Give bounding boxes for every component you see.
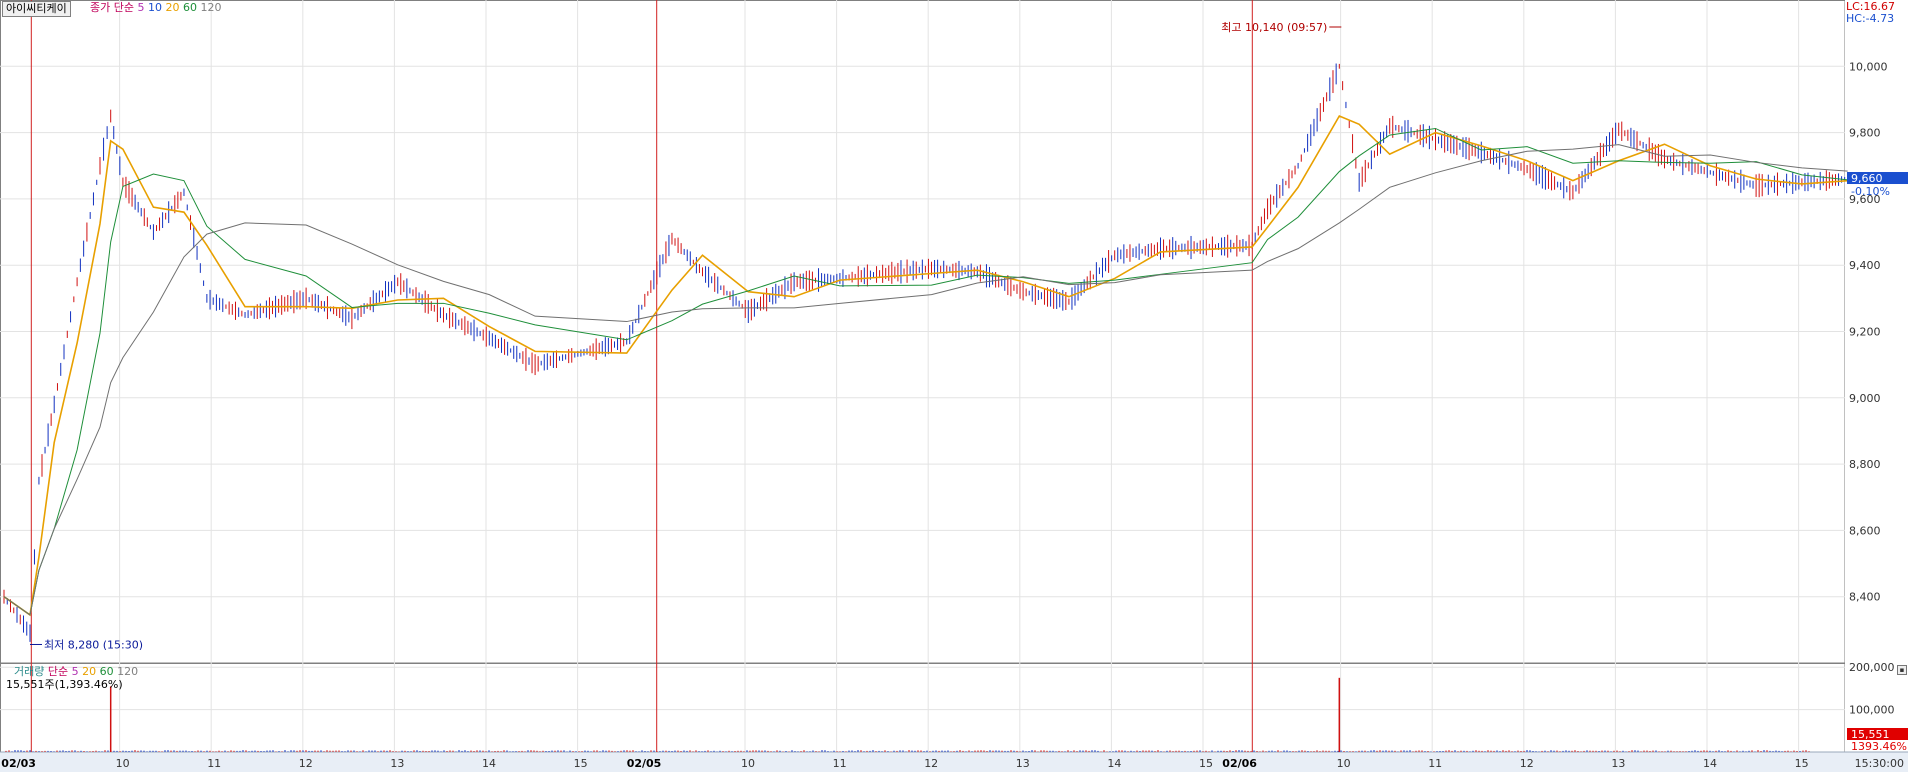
time-axis-tick-label: 13 — [1611, 757, 1625, 770]
price-axis-tick-label: 10,000 — [1849, 60, 1888, 73]
volume-legend-ma60: 60 — [99, 665, 114, 678]
low-annotation-label: 최저 8,280 (15:30) — [44, 638, 143, 651]
volume-axis-tick-label: 200,000 — [1849, 661, 1895, 674]
time-axis-tick-label: 11 — [207, 757, 221, 770]
volume-legend-name: 거래량 — [14, 665, 45, 678]
time-axis-tick-label: 13 — [390, 757, 404, 770]
time-axis-tick-label: 15 — [1795, 757, 1809, 770]
time-axis-tick-label: 10 — [1337, 757, 1351, 770]
time-axis-tick-label: 13 — [1016, 757, 1030, 770]
time-axis-tick-label: 12 — [1520, 757, 1534, 770]
chart-window: 8,400 8,600 8,800 9,000 9,200 9,400 9,600 9,800… — [0, 0, 1908, 772]
price-legend-ma120: 120 — [200, 1, 222, 14]
current-change-label: -0.10% — [1851, 185, 1890, 198]
time-axis-tick-label: 12 — [299, 757, 313, 770]
price-axis-tick-label: 8,800 — [1849, 458, 1881, 471]
time-axis-tick-label: 02/05 — [627, 757, 662, 770]
price-axis-tick-label: 8,600 — [1849, 524, 1881, 537]
panel-minimize-icon[interactable]: ▪ — [1897, 665, 1907, 675]
price-axis-tick-label: 9,800 — [1849, 127, 1881, 140]
time-axis-tick-label: 15 — [574, 757, 588, 770]
price-ma-legend: 종가 단순 5 10 20 60 120 — [90, 1, 221, 15]
hc-readout: HC:-4.73 — [1846, 12, 1895, 25]
time-axis-tick-label: 12 — [924, 757, 938, 770]
price-axis-tick-label: 9,200 — [1849, 326, 1881, 339]
time-axis-tick-label: 14 — [1107, 757, 1121, 770]
high-annotation-label: 최고 10,140 (09:57) — [1221, 21, 1327, 34]
ma20-line — [3, 115, 1848, 617]
right-axis-area — [1845, 0, 1908, 752]
ma120-line — [3, 144, 1848, 616]
time-axis-tick-label: 10 — [116, 757, 130, 770]
time-axis-tick-label: 14 — [1703, 757, 1717, 770]
time-axis-tick-label: 02/06 — [1222, 757, 1257, 770]
price-legend-type: 종가 단순 — [90, 1, 134, 14]
time-axis-tick-label: 15 — [1199, 757, 1213, 770]
price-axis-tick-label: 9,000 — [1849, 392, 1881, 405]
ma60-line — [3, 127, 1848, 616]
price-legend-ma60: 60 — [182, 1, 197, 14]
volume-legend-ma20: 20 — [82, 665, 97, 678]
current-volume-pct-label: 1393.46% — [1851, 740, 1907, 753]
stock-chart[interactable]: 8,4008,6008,8009,0009,2009,4009,6009,800… — [0, 0, 1908, 772]
time-readout-label: 15:30:00 — [1855, 757, 1904, 770]
current-price-label: 9,660 — [1851, 172, 1883, 185]
volume-ma-legend: 거래량 단순 5 20 60 120 — [14, 665, 138, 679]
price-axis-tick-label: 9,400 — [1849, 259, 1881, 272]
price-legend-ma10: 10 — [147, 1, 162, 14]
volume-axis-tick-label: 100,000 — [1849, 704, 1895, 717]
time-axis-tick-label: 11 — [833, 757, 847, 770]
price-legend-ma20: 20 — [165, 1, 180, 14]
stock-name-box[interactable]: 아이씨티케이 — [2, 1, 71, 17]
time-axis-tick-label: 10 — [741, 757, 755, 770]
time-axis-tick-label: 14 — [482, 757, 496, 770]
price-axis-tick-label: 8,400 — [1849, 591, 1881, 604]
time-axis-tick-label: 02/03 — [1, 757, 36, 770]
volume-legend-ma120: 120 — [117, 665, 139, 678]
price-legend-ma5: 5 — [137, 1, 145, 14]
candles-group — [3, 63, 1846, 642]
volume-legend-ma5: 5 — [71, 665, 79, 678]
volume-legend-type: 단순 — [47, 665, 69, 678]
volume-panel-frame — [0, 663, 1846, 753]
volume-current-text: 15,551주(1,393.46%) — [6, 678, 123, 691]
time-axis-tick-label: 11 — [1428, 757, 1442, 770]
